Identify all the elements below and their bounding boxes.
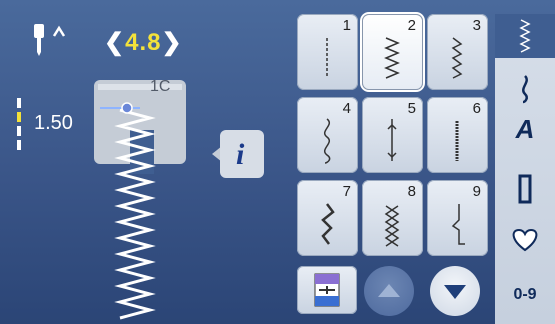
securing-program-icon	[387, 119, 397, 161]
heart-icon	[512, 228, 538, 252]
numeric-input-tab[interactable]: 0-9	[495, 286, 555, 304]
buttonhole-tab[interactable]	[495, 174, 555, 209]
vari-overlock-icon	[451, 37, 463, 79]
stitch-button-1[interactable]: 1	[297, 14, 358, 90]
stitch-button-4[interactable]: 4	[297, 97, 358, 173]
stitch-length-icon	[14, 98, 24, 155]
category-sidebar: A 0-9	[495, 14, 555, 324]
stitch-button-3[interactable]: 3	[427, 14, 488, 90]
needle-up-icon[interactable]	[32, 22, 76, 61]
stitch-button-9[interactable]: 9	[427, 180, 488, 256]
balance-icon	[314, 273, 340, 307]
honeycomb-stitch-icon	[384, 205, 400, 247]
balance-button[interactable]	[297, 266, 357, 314]
numeric-label: 0-9	[513, 286, 537, 303]
triangle-up-icon	[378, 284, 400, 297]
stitch-button-2[interactable]: 2	[362, 14, 423, 90]
stitch-length-value[interactable]: 1.50	[34, 112, 73, 135]
practical-stitch-icon	[522, 75, 528, 104]
width-decrease-chevron[interactable]: ❮	[104, 29, 125, 56]
triangle-down-icon	[444, 285, 466, 299]
quilt-stitch-tab[interactable]	[495, 226, 555, 257]
sewing-machine-screen: ❮4.8❯ 1.50 1C i 1 2 3 4 5 6 7 8 9 A 0-9	[0, 0, 555, 324]
info-button[interactable]: i	[210, 128, 264, 180]
alphabet-tab[interactable]: A	[495, 114, 555, 145]
info-label: i	[236, 138, 245, 171]
stitch-button-7[interactable]: 7	[297, 180, 358, 256]
triple-straight-stitch-icon	[455, 121, 459, 161]
presser-foot-label: 1C	[150, 78, 171, 95]
triple-zigzag-icon	[321, 203, 335, 245]
scroll-up-button[interactable]	[364, 266, 414, 316]
practical-stitch-tab[interactable]	[495, 74, 555, 109]
zigzag-stitch-icon	[384, 37, 400, 79]
alphabet-icon: A	[515, 114, 535, 144]
blind-stitch-icon	[451, 204, 465, 245]
stitch-width-control[interactable]: ❮4.8❯	[104, 28, 183, 57]
stitch-preview	[100, 100, 170, 324]
straight-stitch-icon	[326, 38, 328, 78]
decorative-stitch-icon	[519, 19, 531, 53]
buttonhole-icon	[518, 174, 532, 204]
width-increase-chevron[interactable]: ❯	[161, 29, 182, 56]
stitch-button-5[interactable]: 5	[362, 97, 423, 173]
decorative-stitch-tab[interactable]	[495, 14, 555, 58]
stitch-width-value: 4.8	[125, 29, 162, 56]
serpentine-stitch-icon	[324, 118, 331, 164]
stitch-button-6[interactable]: 6	[427, 97, 488, 173]
scroll-down-button[interactable]	[430, 266, 480, 316]
stitch-button-8[interactable]: 8	[362, 180, 423, 256]
